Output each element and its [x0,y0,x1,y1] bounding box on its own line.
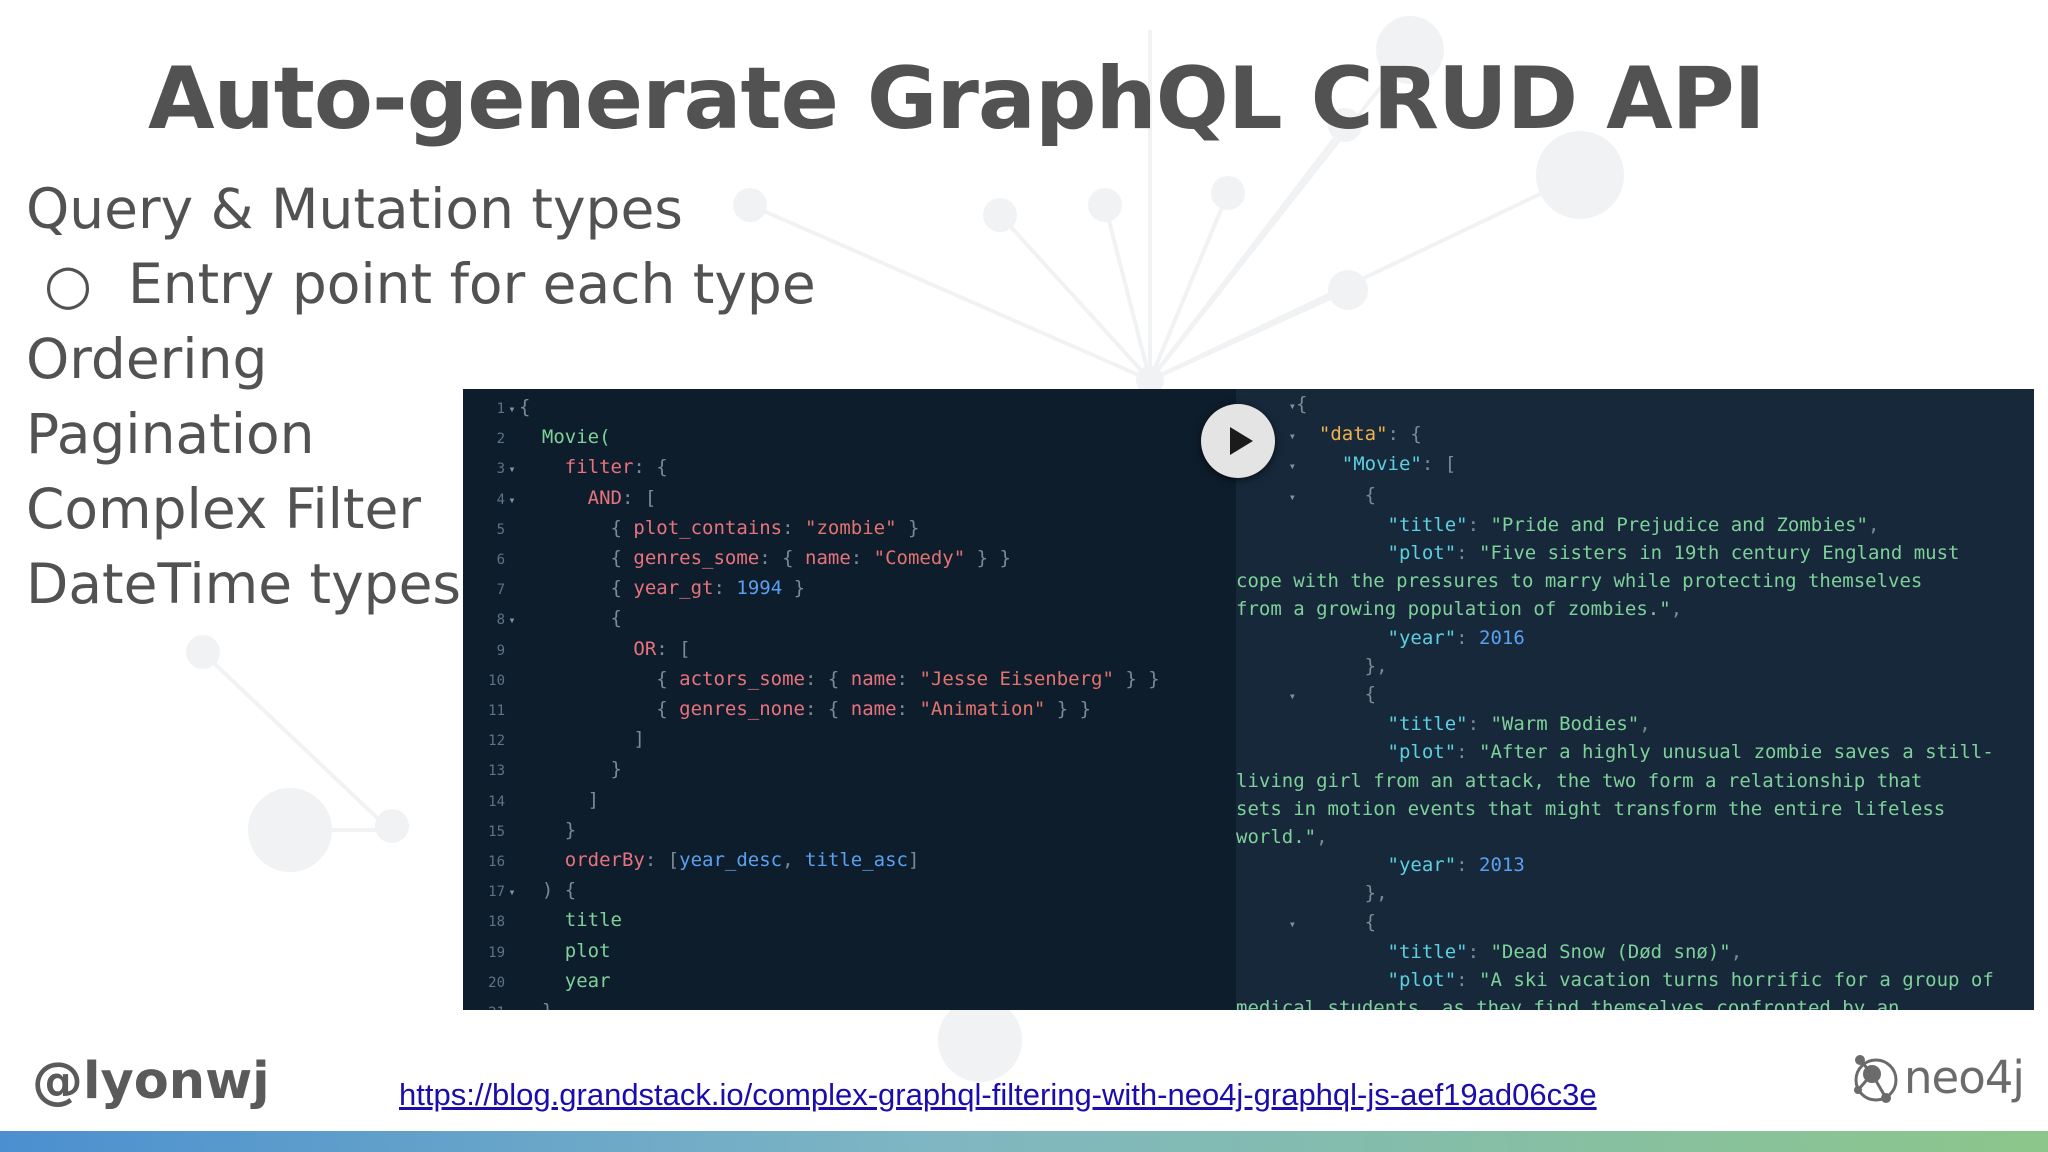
sub-bullet-marker: ○ [44,252,92,316]
sub-bullet-entry-point: Entry point for each type [128,252,816,316]
graphql-query-code[interactable]: 1 ▾{ 2 Movie( 3 ▾ filter: { 4 ▾ AND: [ 5 { … [463,393,1160,1010]
graphql-demo-video[interactable]: 1 ▾{ 2 Movie( 3 ▾ filter: { 4 ▾ AND: [ 5 { … [463,389,2034,1010]
slide-title: Auto-generate GraphQL CRUD API [148,49,1766,149]
bullet-ordering: Ordering [26,327,268,391]
query-editor-pane[interactable]: 1 ▾{ 2 Movie( 3 ▾ filter: { 4 ▾ AND: [ 5 { … [463,389,1236,1010]
footer-gradient-bar [0,1131,2048,1152]
neo4j-graph-icon [1854,1055,1898,1103]
play-button[interactable] [1201,404,1275,478]
blog-post-link[interactable]: https://blog.grandstack.io/complex-graph… [399,1076,1597,1114]
bullet-complex-filter: Complex Filter [26,477,421,541]
neo4j-logo-text: neo4j [1904,1051,2025,1104]
json-result-code: ▾{ ▾ "data": { ▾ "Movie": [ ▾ { "title":… [1236,393,1994,1010]
bullet-query-mutation-types: Query & Mutation types [26,177,683,241]
play-icon [1230,427,1253,455]
neo4j-logo: neo4j [1850,1048,2025,1112]
bullet-datetime-types: DateTime types [26,552,462,616]
bullet-pagination: Pagination [26,402,315,466]
twitter-handle: @lyonwj [32,1052,270,1111]
result-viewer-pane[interactable]: ▾{ ▾ "data": { ▾ "Movie": [ ▾ { "title":… [1236,389,2034,1010]
